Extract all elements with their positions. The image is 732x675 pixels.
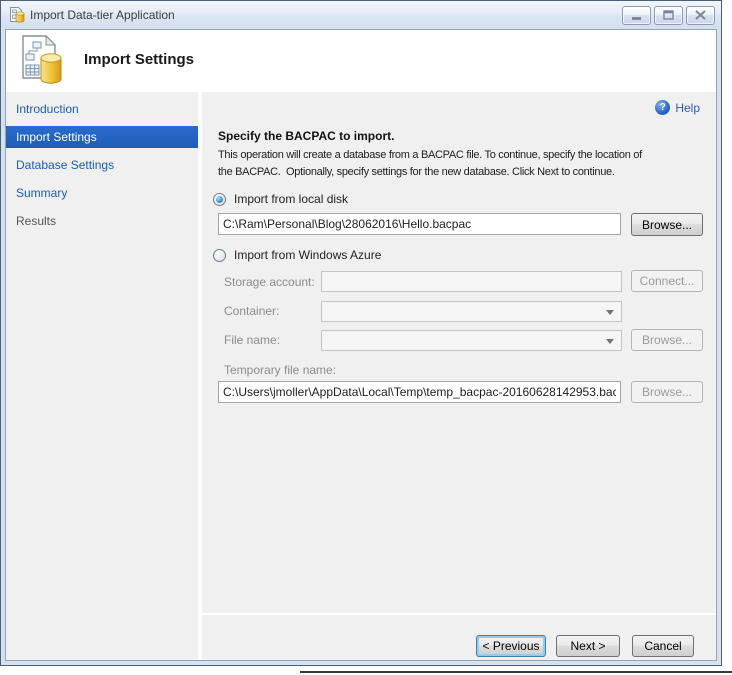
sidebar-item-database-settings[interactable]: Database Settings <box>6 154 198 176</box>
import-datatier-window: Import Data-tier Application Import Sett… <box>0 0 722 666</box>
page-title: Import Settings <box>84 51 195 68</box>
storage-account-label: Storage account: <box>224 275 315 289</box>
help-label: Help <box>675 100 700 115</box>
temporary-browse-button: Browse... <box>631 381 703 403</box>
help-icon: ? <box>655 100 671 115</box>
storage-account-input <box>321 271 622 292</box>
footer-divider <box>202 613 716 615</box>
radio-button-icon[interactable] <box>213 192 226 206</box>
dialog-body: Introduction Import Settings Database Se… <box>6 92 716 660</box>
temporary-file-name-label: Temporary file name: <box>224 363 337 377</box>
radio-import-local-disk[interactable]: Import from local disk <box>213 192 348 206</box>
section-heading: Specify the BACPAC to import. <box>218 129 395 143</box>
description-line-1: This operation will create a database fr… <box>218 149 642 161</box>
description-line-2: the BACPAC. Optionally, specify settings… <box>218 166 615 178</box>
sidebar-item-introduction[interactable]: Introduction <box>6 98 198 120</box>
file-name-dropdown <box>321 330 622 351</box>
radio-local-disk-label: Import from local disk <box>234 192 349 206</box>
wizard-steps-sidebar: Introduction Import Settings Database Se… <box>6 92 198 660</box>
close-icon <box>695 10 706 20</box>
temporary-file-name-input[interactable] <box>218 381 621 403</box>
section-description: This operation will create a database fr… <box>218 147 716 181</box>
connect-button: Connect... <box>631 270 703 292</box>
window-title: Import Data-tier Application <box>30 7 175 22</box>
sidebar-item-summary[interactable]: Summary <box>6 182 198 204</box>
chevron-down-icon <box>606 310 614 315</box>
radio-import-windows-azure[interactable]: Import from Windows Azure <box>213 248 381 262</box>
maximize-icon <box>663 10 674 20</box>
container-dropdown <box>321 301 622 322</box>
local-bacpac-path-input[interactable] <box>218 213 621 235</box>
sidebar-item-import-settings[interactable]: Import Settings <box>6 126 198 148</box>
maximize-button[interactable] <box>654 5 683 25</box>
import-wizard-icon <box>19 34 65 93</box>
sidebar-item-results: Results <box>16 214 57 228</box>
minimize-icon <box>632 16 641 20</box>
previous-button[interactable]: < Previous <box>476 635 546 657</box>
titlebar[interactable]: Import Data-tier Application <box>1 1 721 28</box>
wizard-dialog: Import Settings Introduction Import Sett… <box>5 29 717 661</box>
chevron-down-icon <box>606 339 614 344</box>
cancel-button[interactable]: Cancel <box>632 635 694 657</box>
radio-button-icon[interactable] <box>213 248 226 262</box>
background-window-edge <box>300 671 732 673</box>
container-label: Container: <box>224 304 280 318</box>
window-controls <box>622 5 715 25</box>
close-button[interactable] <box>686 5 715 25</box>
help-link[interactable]: ? Help <box>655 100 700 115</box>
datatier-app-icon <box>9 6 25 23</box>
azure-browse-button: Browse... <box>631 329 703 351</box>
local-browse-button[interactable]: Browse... <box>631 213 703 236</box>
wizard-header: Import Settings <box>6 30 716 92</box>
screen: Import Data-tier Application Import Sett… <box>0 0 732 675</box>
file-name-label: File name: <box>224 333 281 347</box>
minimize-button[interactable] <box>622 5 651 25</box>
radio-windows-azure-label: Import from Windows Azure <box>234 248 382 262</box>
import-settings-panel: ? Help Specify the BACPAC to import. Thi… <box>202 92 716 660</box>
next-button[interactable]: Next > <box>556 635 620 657</box>
